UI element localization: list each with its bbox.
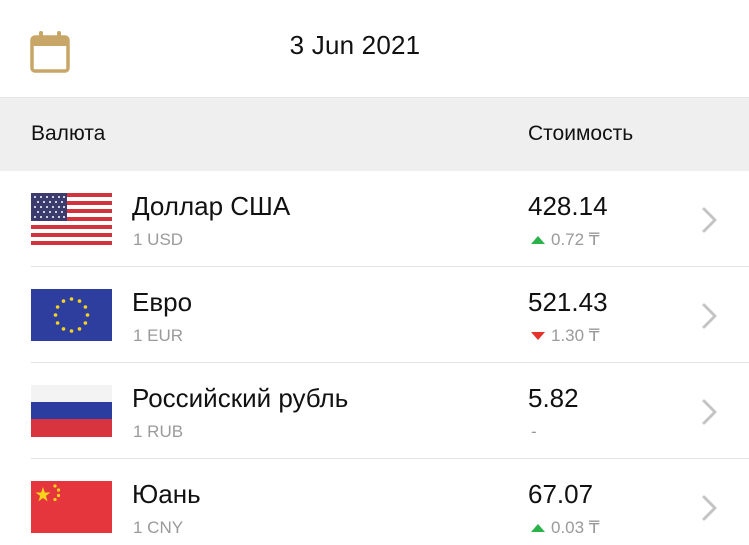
rate-change: - <box>531 422 537 442</box>
eu-flag-icon <box>31 289 112 341</box>
arrow-down-icon <box>531 332 545 340</box>
column-header: Валюта Стоимость <box>0 98 749 171</box>
rate-change-text: 0.72 ₸ <box>551 230 600 249</box>
rate-value: 67.07 <box>528 479 594 509</box>
column-value-label: Стоимость <box>528 122 634 145</box>
chevron-right-icon <box>700 303 720 329</box>
currency-unit: 1 CNY <box>133 518 184 537</box>
ru-flag-icon <box>31 385 112 437</box>
cn-flag-icon <box>31 481 112 533</box>
currency-unit: 1 EUR <box>133 326 184 345</box>
chevron-right-icon <box>700 207 720 233</box>
rate-change-text: - <box>531 422 537 441</box>
chevron-right-icon <box>700 399 720 425</box>
currency-unit: 1 USD <box>133 230 184 249</box>
rate-row-cny[interactable]: Юань 1 CNY 67.07 0.03 ₸ <box>0 459 749 545</box>
rate-row-usd[interactable]: Доллар США 1 USD 428.14 0.72 ₸ <box>0 171 749 267</box>
rate-change: 0.72 ₸ <box>531 230 600 250</box>
us-flag-icon <box>31 193 112 245</box>
rate-value: 521.43 <box>528 287 608 317</box>
rate-row-eur[interactable]: Евро 1 EUR 521.43 1.30 ₸ <box>0 267 749 363</box>
arrow-up-icon <box>531 524 545 532</box>
currency-name: Евро <box>132 287 193 317</box>
rates-list: Доллар США 1 USD 428.14 0.72 ₸ Евро 1 EU… <box>0 171 749 545</box>
column-currency-label: Валюта <box>31 122 106 145</box>
rate-value: 428.14 <box>528 191 608 221</box>
arrow-up-icon <box>531 236 545 244</box>
rate-change-text: 1.30 ₸ <box>551 326 600 345</box>
selected-date[interactable]: 3 Jun 2021 <box>0 30 710 61</box>
rate-row-rub[interactable]: Российский рубль 1 RUB 5.82 - <box>0 363 749 459</box>
rate-change: 0.03 ₸ <box>531 518 600 538</box>
chevron-right-icon <box>700 495 720 521</box>
currency-name: Доллар США <box>132 191 291 221</box>
rate-value: 5.82 <box>528 383 579 413</box>
currency-name: Российский рубль <box>132 383 349 413</box>
rate-change: 1.30 ₸ <box>531 326 600 346</box>
rate-change-text: 0.03 ₸ <box>551 518 600 537</box>
currency-unit: 1 RUB <box>133 422 184 441</box>
currency-name: Юань <box>132 479 201 509</box>
date-header: 3 Jun 2021 <box>0 0 749 98</box>
currency-rates-screen: 3 Jun 2021 Валюта Стоимость Доллар США 1… <box>0 0 749 545</box>
